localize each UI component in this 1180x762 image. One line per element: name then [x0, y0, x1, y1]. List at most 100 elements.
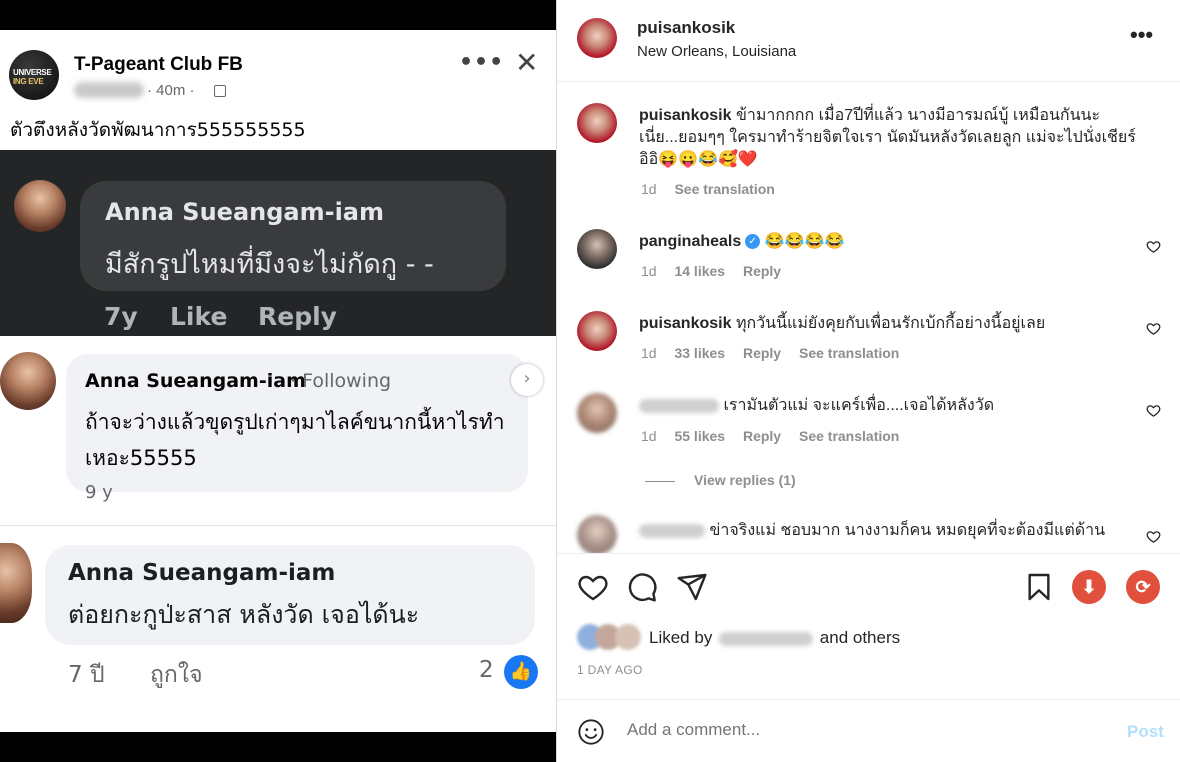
- caption-time: 1d: [641, 181, 657, 197]
- avatar: [14, 180, 66, 232]
- liked-by-avatars: [577, 624, 647, 650]
- post-actions: ⬇ ⟳ Liked by and others 1 DAY AGO: [557, 553, 1180, 698]
- location[interactable]: New Orleans, Louisiana: [637, 43, 796, 60]
- save-bookmark-icon[interactable]: [1023, 571, 1055, 603]
- avatar[interactable]: [577, 515, 617, 553]
- caption-meta: 1d See translation: [641, 181, 789, 197]
- comment-author: Anna Sueangam-iam: [105, 198, 384, 226]
- post-button[interactable]: Post: [1127, 722, 1164, 742]
- comment-text: ข่าจริงแม่ ชอบมาก นางงามก็คน หมดยุคที่จะ…: [709, 522, 1106, 539]
- avatar[interactable]: [577, 103, 617, 143]
- logo-text-2: ING EVE: [13, 77, 44, 86]
- see-translation-button[interactable]: See translation: [799, 428, 899, 444]
- avatar[interactable]: [577, 229, 617, 269]
- close-icon: ✕: [515, 46, 539, 79]
- comment-third: Anna Sueangam-iam ต่อยกะกูป่ะสาส หลังวัด…: [0, 527, 556, 732]
- comment-icon[interactable]: [626, 571, 658, 603]
- comment-time: 7 ปี: [68, 662, 105, 688]
- comment-username[interactable]: panginaheals: [639, 233, 741, 250]
- comment-item: panginaheals ✓ 😂😂😂😂: [639, 231, 1139, 253]
- comment-likes[interactable]: 55 likes: [674, 428, 725, 444]
- comment-dark: Anna Sueangam-iam มีสักรูปไหมที่มึงจะไม่…: [0, 150, 556, 336]
- comment-meta: 1d 14 likes Reply: [641, 263, 795, 279]
- comment-time: 1d: [641, 263, 657, 279]
- comment-author: Anna Sueangam-iam: [68, 560, 336, 586]
- like-heart-icon[interactable]: [1146, 321, 1162, 337]
- audience-icon: [214, 85, 226, 97]
- like-heart-icon[interactable]: [1146, 403, 1162, 419]
- chevron-right-icon: ›: [511, 364, 543, 396]
- avatar: [615, 624, 641, 650]
- comment-likes[interactable]: 33 likes: [674, 345, 725, 361]
- comment-light: Anna Sueangam-iam · Following ถ้าจะว่างแ…: [0, 336, 556, 526]
- comment-reply: Reply: [258, 302, 337, 331]
- post-time: · 40m ·: [147, 82, 195, 99]
- reply-button[interactable]: Reply: [743, 345, 781, 361]
- reaction-count: 2: [479, 657, 494, 683]
- comment-text: ถ้าจะว่างแล้วขุดรูปเก่าๆมาไลค์ขนากนี้หาไ…: [85, 410, 505, 470]
- download-icon[interactable]: ⬇: [1072, 570, 1106, 604]
- like-heart-icon[interactable]: [1146, 529, 1162, 545]
- page-name: T-Pageant Club FB: [74, 54, 243, 75]
- instagram-panel: puisankosik New Orleans, Louisiana ••• p…: [557, 0, 1180, 762]
- logo-text: UNIVERSE: [13, 68, 52, 77]
- repost-icon[interactable]: ⟳: [1126, 570, 1160, 604]
- reply-button[interactable]: Reply: [743, 263, 781, 279]
- comment-meta: 1d 55 likes Reply See translation: [641, 428, 913, 444]
- image-bottom-bar: [0, 732, 556, 762]
- comment-meta: 1d 33 likes Reply See translation: [641, 345, 913, 361]
- avatar[interactable]: [577, 393, 617, 433]
- comment-text: 😂😂😂😂: [764, 233, 845, 250]
- comment-like: Like: [170, 302, 228, 331]
- comment-like: ถูกใจ: [150, 662, 203, 688]
- caption-username[interactable]: puisankosik: [639, 107, 731, 124]
- comment-item: ข่าจริงแม่ ชอบมาก นางงามก็คน หมดยุคที่จะ…: [639, 520, 1139, 542]
- avatar[interactable]: [577, 311, 617, 351]
- avatar: [0, 543, 32, 623]
- comment-time: 9 y: [85, 482, 113, 503]
- caption: puisankosik ข้ามากกกก เมื่อ7ปีที่แล้ว นา…: [639, 105, 1139, 171]
- view-replies-line: [645, 481, 675, 482]
- avatar[interactable]: [577, 18, 617, 58]
- following-label: · Following: [290, 370, 392, 392]
- comment-likes[interactable]: 14 likes: [674, 263, 725, 279]
- comment-time: 7y: [104, 302, 138, 331]
- emoji-icon[interactable]: [577, 718, 605, 746]
- page-logo: UNIVERSE ING EVE: [9, 50, 59, 100]
- comment-text: เรามันตัวแม่ จะแคร์เพื่อ....เจอได้หลังวั…: [723, 397, 995, 414]
- comment-author: Anna Sueangam-iam: [85, 370, 306, 392]
- comment-time: 1d: [641, 428, 657, 444]
- facebook-screenshot-image: UNIVERSE ING EVE T-Pageant Club FB · 40m…: [0, 0, 556, 762]
- blurred-author-name: [74, 82, 144, 98]
- add-comment-input[interactable]: [627, 720, 1087, 740]
- liked-by-suffix[interactable]: and others: [820, 628, 900, 647]
- comment-item: เรามันตัวแม่ จะแคร์เพื่อ....เจอได้หลังวั…: [639, 395, 1139, 417]
- comment-text: ทุกวันนี้แม่ยังคุยกับเพื่อนรักเบ้กกี้อย่…: [735, 315, 1046, 332]
- add-comment-bar: Post: [557, 699, 1180, 762]
- reply-button[interactable]: Reply: [743, 428, 781, 444]
- comment-username[interactable]: puisankosik: [639, 315, 731, 332]
- see-translation-button[interactable]: See translation: [674, 181, 774, 197]
- share-icon[interactable]: [676, 571, 708, 603]
- verified-badge-icon: ✓: [745, 234, 761, 250]
- more-options-icon[interactable]: •••: [1130, 22, 1153, 48]
- like-icon[interactable]: [577, 571, 609, 603]
- comment-text: มีสักรูปไหมที่มึงจะไม่กัดกู - -: [105, 249, 434, 280]
- image-top-bar: [0, 0, 556, 30]
- thumbs-up-icon: 👍: [504, 655, 538, 689]
- fb-post-header: UNIVERSE ING EVE T-Pageant Club FB · 40m…: [0, 30, 556, 150]
- liked-by-text: Liked by and others: [649, 628, 900, 648]
- like-heart-icon[interactable]: [1146, 239, 1162, 255]
- see-translation-button[interactable]: See translation: [799, 345, 899, 361]
- liked-by-prefix: Liked by: [649, 628, 713, 647]
- comments-list[interactable]: puisankosik ข้ามากกกก เมื่อ7ปีที่แล้ว นา…: [557, 83, 1180, 553]
- blurred-username[interactable]: [719, 631, 814, 646]
- post-caption: ตัวตึงหลังวัดพัฒนาการ555555555: [10, 119, 306, 141]
- post-time-ago: 1 DAY AGO: [577, 663, 643, 677]
- avatar: [0, 352, 56, 410]
- comment-item: puisankosik ทุกวันนี้แม่ยังคุยกับเพื่อนร…: [639, 313, 1139, 335]
- comment-time: 1d: [641, 345, 657, 361]
- more-icon: •••: [459, 50, 505, 75]
- view-replies-button[interactable]: View replies (1): [694, 472, 796, 488]
- username[interactable]: puisankosik: [637, 18, 735, 38]
